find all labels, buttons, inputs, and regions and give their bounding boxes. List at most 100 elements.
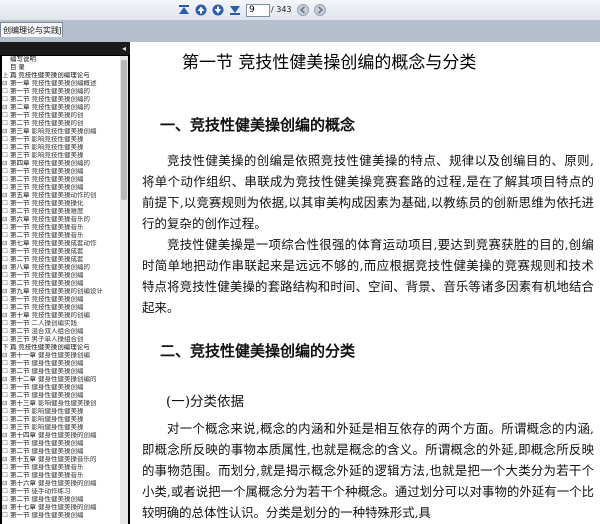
page-number-input[interactable]: 9 [246,4,270,17]
bookmark-expand-icon[interactable]: ☐ [2,88,10,96]
bookmark-item[interactable]: 目 录 [2,64,120,72]
bookmark-item[interactable]: ☐ 第二节 竞技性健美操成套 [2,256,120,264]
bookmark-expand-icon[interactable]: ☐ [2,320,10,328]
bookmark-item[interactable]: ☐ 第一节 健身性健美操音乐 [2,464,120,472]
bookmark-item[interactable]: ☐ 第一节 竞技性健美操音乐 [2,224,120,232]
bookmark-item[interactable]: ⊟ 第九章 竞技性健美操的创编设计 [2,288,120,296]
bookmark-expand-icon[interactable]: ⊟ [2,480,10,488]
bookmark-item[interactable]: ⊟ 第五章 竞技性健美操动作的创 [2,192,120,200]
bookmark-expand-icon[interactable]: ☐ [2,512,10,520]
bookmark-expand-icon[interactable]: ⊟ [2,216,10,224]
bookmark-expand-icon[interactable]: ☐ [2,200,10,208]
back-icon[interactable] [296,3,309,16]
bookmark-item[interactable]: ☐ 第二节 健身性健美操创编 [2,448,120,456]
bookmark-expand-icon[interactable]: ☐ [2,496,10,504]
bookmark-item[interactable]: ⊟ 第八章 竞技性健美操创编的 [2,264,120,272]
bookmark-expand-icon[interactable]: ☐ [2,96,10,104]
bookmark-item[interactable]: ☐ 第一节 健身性健美操创编 [2,440,120,448]
bookmark-expand-icon[interactable]: ☐ [2,208,10,216]
bookmark-scrollbar-thumb[interactable] [121,60,127,200]
bookmark-expand-icon[interactable]: 下 [2,344,10,352]
bookmark-item[interactable]: ☐ 第二节 竞技性健美操难度 [2,208,120,216]
bookmark-item[interactable]: ☐ 第二节 竞技性健美操创编 [2,304,120,312]
bookmark-item[interactable]: 下篇 竞技性健美操创编理论与 [2,344,120,352]
bookmark-item[interactable]: ☐ 第三节 影响健身性健美操 [2,424,120,432]
document-tab[interactable]: 创编理论与实践]... [0,22,63,37]
bookmark-expand-icon[interactable]: ⊟ [2,240,10,248]
bookmark-expand-icon[interactable]: ☐ [2,464,10,472]
bookmark-expand-icon[interactable]: ☐ [2,368,10,376]
bookmark-item[interactable]: ☐ 第二节 健身性健美操音乐 [2,472,120,480]
bookmark-expand-icon[interactable]: ☐ [2,256,10,264]
bookmark-item[interactable]: ⊟ 第十二章 健身性健美操创编的 [2,376,120,384]
bookmark-item[interactable]: ⊟ 第十三章 影响健身性健美操创 [2,400,120,408]
last-page-icon[interactable] [228,3,241,16]
bookmark-expand-icon[interactable]: ☐ [2,112,10,120]
bookmark-item[interactable]: ⊟ 第四章 竞技性健美操创编的 [2,160,120,168]
bookmark-item[interactable]: ☐ 第二节 竞技性健美操创编的 [2,96,120,104]
bookmark-expand-icon[interactable]: ☐ [2,384,10,392]
bookmark-expand-icon[interactable]: ☐ [2,248,10,256]
bookmark-expand-icon[interactable]: ☐ [2,152,10,160]
bookmark-expand-icon[interactable]: 上 [2,72,10,80]
bookmark-expand-icon[interactable]: ☐ [2,488,10,496]
bookmark-item[interactable]: ⊟ 第一章 竞技性健美操创编概述 [2,80,120,88]
bookmark-item[interactable]: ☐ 第二节 竞技性健美操创编 [2,176,120,184]
bookmark-item[interactable]: ☐ 第二节 竞技性健美操的创 [2,120,120,128]
bookmark-item[interactable]: ⊟ 第十六章 健身性健美操的创编 [2,480,120,488]
bookmark-item[interactable]: ☐ 第一节 竞技性健美操创编 [2,168,120,176]
bookmark-item[interactable]: ☐ 第一节 竞技性健美操创编 [2,272,120,280]
bookmark-expand-icon[interactable]: ☐ [2,144,10,152]
bookmark-expand-icon[interactable]: ⊟ [2,104,10,112]
bookmark-expand-icon[interactable]: ⊟ [2,352,10,360]
bookmark-expand-icon[interactable]: ☐ [2,168,10,176]
bookmark-expand-icon[interactable]: ☐ [2,184,10,192]
bookmark-expand-icon[interactable]: ☐ [2,360,10,368]
bookmark-expand-icon[interactable]: ☐ [2,136,10,144]
bookmark-item[interactable]: 上篇 竞技性健美操创编理论与 [2,72,120,80]
forward-icon[interactable] [313,3,326,16]
bookmark-item[interactable]: ⊟ 第十一章 健身性健美操创编 [2,352,120,360]
bookmark-item[interactable]: ☐ 第二节 健身性健美操创编 [2,392,120,400]
bookmark-item[interactable]: ☐ 第一节 徒手动作练习 [2,488,120,496]
bookmark-item[interactable]: ☐ 第一节 影响健身性健美操 [2,408,120,416]
bookmark-expand-icon[interactable]: ⊟ [2,400,10,408]
bookmark-expand-icon[interactable]: ☐ [2,280,10,288]
bookmark-expand-icon[interactable]: ⊟ [2,192,10,200]
bookmark-expand-icon[interactable]: ☐ [2,336,10,344]
bookmark-item[interactable]: ⊟ 第七章 竞技性健美操成套动作 [2,240,120,248]
bookmark-expand-icon[interactable]: ☐ [2,408,10,416]
bookmark-expand-icon[interactable]: ☐ [2,304,10,312]
bookmark-item[interactable]: ☐ 第一节 影响竞技性健美操 [2,136,120,144]
bookmark-item[interactable]: ☐ 第一节 健身性健美操创编 [2,512,120,520]
bookmark-expand-icon[interactable]: ⊟ [2,376,10,384]
previous-page-icon[interactable] [194,3,207,16]
bookmark-expand-icon[interactable]: ☐ [2,176,10,184]
bookmark-expand-icon[interactable]: ☐ [2,296,10,304]
bookmark-expand-icon[interactable]: ⊟ [2,128,10,136]
bookmark-expand-icon[interactable]: ⊟ [2,432,10,440]
bookmark-expand-icon[interactable]: ⊟ [2,160,10,168]
bookmark-expand-icon[interactable]: ⊟ [2,456,10,464]
bookmark-item[interactable]: ⊟ 第十章 竞技性健美操的创编 [2,312,120,320]
bookmark-item[interactable]: ☐ 第一节 二人操创编实践 [2,320,120,328]
bookmark-expand-icon[interactable]: ⊟ [2,312,10,320]
bookmark-item[interactable]: ☐ 第三节 男子单人操组合创 [2,336,120,344]
bookmark-expand-icon[interactable]: ☐ [2,416,10,424]
bookmark-item[interactable]: ☐ 第二节 影响健身性健美操 [2,416,120,424]
bookmark-item[interactable]: ☐ 第一节 竞技性健美操的创 [2,112,120,120]
bookmark-item[interactable]: ⊟ 第十五章 健身性健美操音乐的 [2,456,120,464]
first-page-icon[interactable] [177,3,190,16]
bookmark-expand-icon[interactable]: ☐ [2,392,10,400]
collapse-panel-icon[interactable]: ◂ [122,44,126,53]
bookmark-expand-icon[interactable]: ☐ [2,440,10,448]
bookmark-expand-icon[interactable]: ☐ [2,472,10,480]
bookmark-expand-icon[interactable]: ☐ [2,328,10,336]
bookmark-item[interactable]: ☐ 第一节 健身性健美操创编 [2,384,120,392]
bookmark-item[interactable]: ☐ 第一节 竞技性健美操创编的 [2,88,120,96]
bookmark-expand-icon[interactable]: ☐ [2,224,10,232]
bookmark-item[interactable]: ☐ 第二节 健身性健美操创编 [2,496,120,504]
bookmark-item[interactable]: ⊟ 第二章 竞技性健美操创编的 [2,104,120,112]
bookmark-item[interactable]: ⊟ 第十四章 健身性健美操的创编 [2,432,120,440]
next-page-icon[interactable] [211,3,224,16]
